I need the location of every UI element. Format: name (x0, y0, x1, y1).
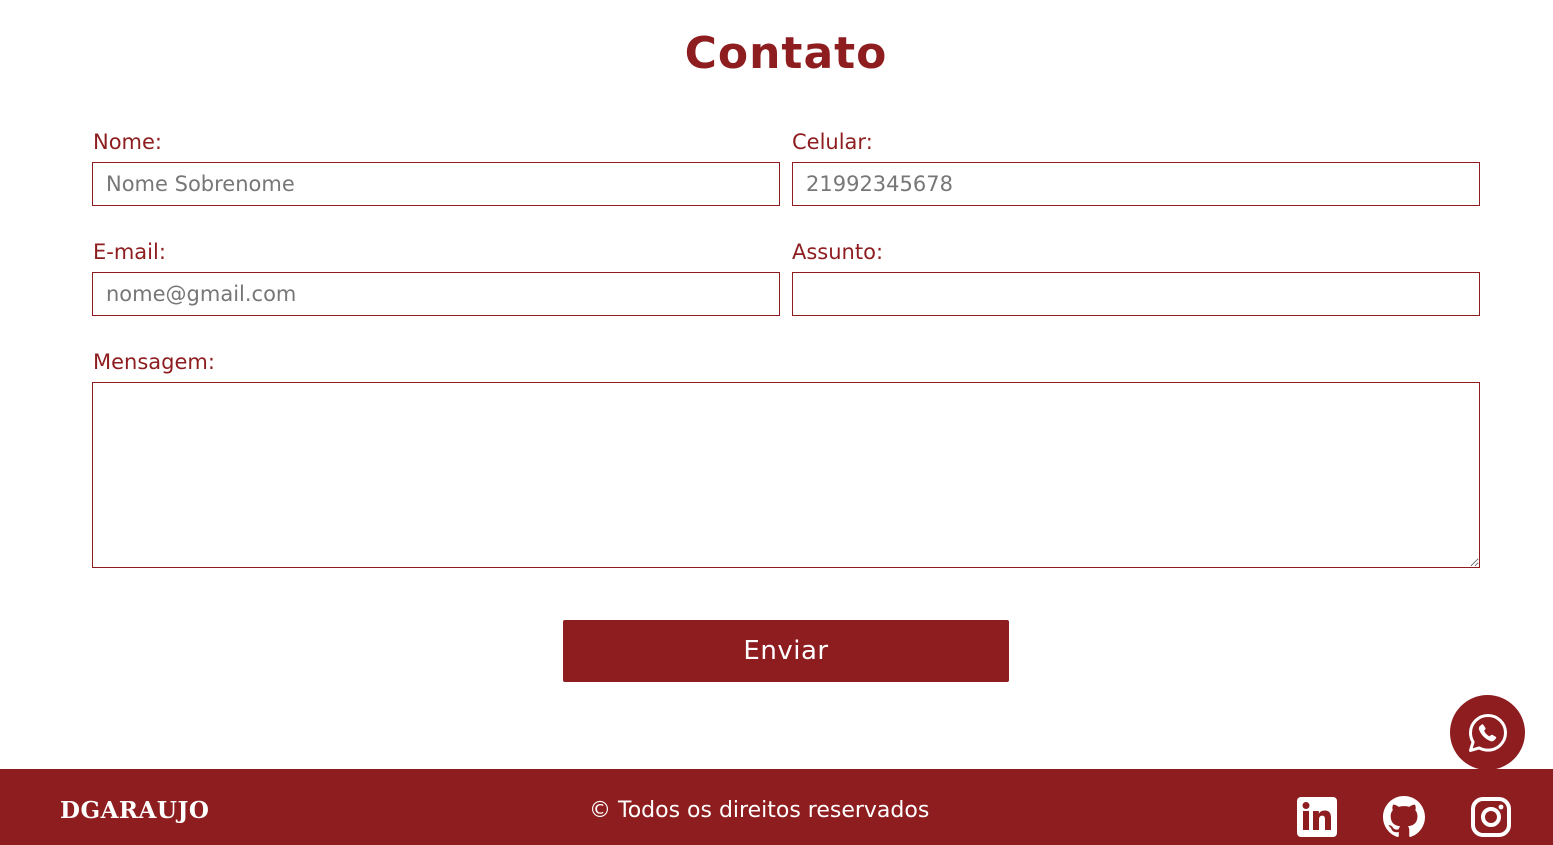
copyright-text: © Todos os direitos reservados (589, 798, 930, 823)
enviar-button[interactable]: Enviar (563, 620, 1009, 682)
instagram-link[interactable] (1470, 796, 1512, 838)
email-label: E-mail: (93, 240, 166, 264)
assunto-input[interactable] (792, 272, 1480, 316)
email-input[interactable] (92, 272, 780, 316)
github-icon (1383, 796, 1425, 837)
nome-input[interactable] (92, 162, 780, 206)
page-title: Contato (684, 28, 888, 79)
celular-input[interactable] (792, 162, 1480, 206)
whatsapp-icon (1468, 713, 1507, 752)
linkedin-icon (1297, 797, 1337, 837)
celular-label: Celular: (792, 130, 873, 154)
footer-brand-logo[interactable]: DGARAUJO (60, 797, 209, 824)
nome-label: Nome: (93, 130, 163, 154)
whatsapp-button[interactable] (1450, 695, 1525, 770)
mensagem-textarea[interactable] (92, 382, 1480, 568)
github-link[interactable] (1383, 796, 1425, 838)
assunto-label: Assunto: (792, 240, 884, 264)
instagram-icon (1471, 797, 1511, 837)
footer: DGARAUJO © Todos os direitos reservados (0, 769, 1553, 845)
mensagem-label: Mensagem: (93, 350, 215, 374)
linkedin-link[interactable] (1296, 796, 1338, 838)
